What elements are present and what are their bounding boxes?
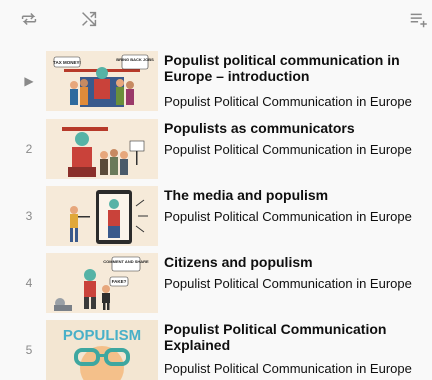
now-playing-indicator: ▶ (24, 74, 34, 88)
playlist-item[interactable]: 4 COMMENT AND SHARE FAKE? Citizens and p… (0, 250, 432, 316)
channel-name[interactable]: Populist Political Communication in Euro… (164, 142, 432, 158)
playlist-toolbar (0, 0, 432, 42)
shuffle-icon (82, 11, 97, 27)
shuffle-playlist-button[interactable] (74, 4, 104, 34)
video-thumbnail[interactable] (46, 186, 158, 246)
playlist-item[interactable]: 2 Populists as communicators Populist Po… (0, 116, 432, 182)
playlist-index: 5 (25, 343, 33, 357)
save-playlist-button[interactable] (404, 4, 432, 34)
video-thumbnail[interactable]: COMMENT AND SHARE FAKE? (46, 253, 158, 313)
playlist-index: 3 (25, 209, 33, 223)
thumb-bubble-top: COMMENT AND SHARE (103, 259, 149, 264)
playlist-item[interactable]: 5 POPULISM Populist Political Communicat… (0, 317, 432, 380)
video-thumbnail[interactable]: POPULISM (46, 320, 158, 380)
video-title[interactable]: The media and populism (164, 187, 428, 203)
video-title[interactable]: Populist political communication in Euro… (164, 52, 428, 84)
repeat-icon (21, 12, 37, 26)
playlist-item[interactable]: 3 The media and populism Populist Politi… (0, 183, 432, 249)
add-to-playlist-icon (410, 13, 427, 28)
video-title[interactable]: Citizens and populism (164, 254, 428, 270)
playlist-item[interactable]: ▶ TAX MONEY! BRING BACK JOBS Populist po… (0, 48, 432, 114)
loop-playlist-button[interactable] (14, 4, 44, 34)
video-title[interactable]: Populists as communicators (164, 120, 428, 136)
playlist-index: 2 (25, 142, 33, 156)
thumb-bubble-left: TAX MONEY! (53, 60, 81, 65)
thumb-bubble-right: BRING BACK JOBS (116, 57, 154, 62)
playlist-index: 4 (25, 276, 33, 290)
video-thumbnail[interactable]: TAX MONEY! BRING BACK JOBS (46, 51, 158, 111)
channel-name[interactable]: Populist Political Communication in Euro… (164, 94, 432, 110)
channel-name[interactable]: Populist Political Communication in Euro… (164, 276, 432, 292)
thumb-banner: POPULISM (63, 327, 141, 344)
thumb-bubble-side: FAKE? (112, 279, 127, 284)
video-title[interactable]: Populist Political Communication Explain… (164, 321, 428, 353)
channel-name[interactable]: Populist Political Communication in Euro… (164, 209, 432, 225)
channel-name[interactable]: Populist Political Communication in Euro… (164, 361, 432, 377)
video-thumbnail[interactable] (46, 119, 158, 179)
